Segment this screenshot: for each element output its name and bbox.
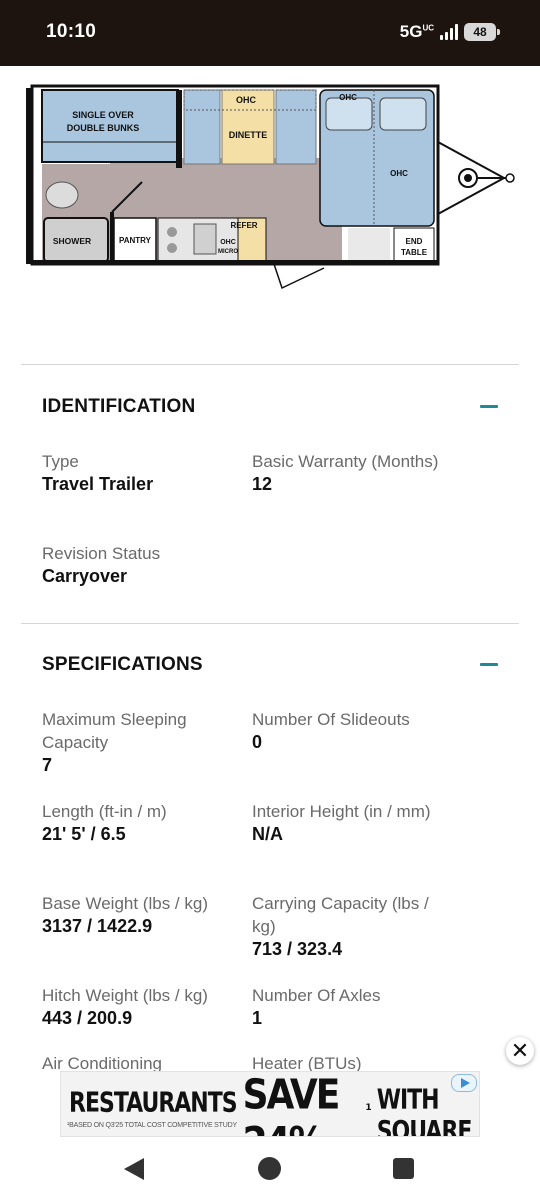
spec-base-weight-label: Base Weight (lbs / kg) xyxy=(42,894,208,913)
spec-length-label: Length (ft-in / m) xyxy=(42,802,167,821)
spec-length-value: 21' 5' / 6.5 xyxy=(42,824,126,844)
collapse-identification-icon[interactable] xyxy=(460,392,498,422)
fp-label-end-table-1: END xyxy=(406,237,423,246)
spec-hitch-value: 443 / 200.9 xyxy=(42,1008,133,1028)
network-type: 5GUC xyxy=(400,22,434,42)
spec-sleeping-value: 7 xyxy=(42,755,53,775)
spec-axles-label: Number Of Axles xyxy=(252,986,381,1005)
spec-carrying-label: Carrying Capacity (lbs / kg) xyxy=(252,894,429,936)
spec-sleeping-label: Maximum Sleeping Capacity xyxy=(42,710,187,752)
fp-label-ohc-front: OHC xyxy=(390,169,408,178)
ad-banner[interactable]: RESTAURANTS SAVE 24% 1 WITH SQUARE ¹BASED… xyxy=(60,1071,480,1137)
status-time: 10:10 xyxy=(46,21,97,42)
fp-label-pantry: PANTRY xyxy=(119,236,152,245)
spec-axles: Number Of Axles 1 xyxy=(252,984,442,1030)
divider-specifications xyxy=(21,623,519,624)
fp-label-end-table-2: TABLE xyxy=(401,248,428,257)
ad-word-save: SAVE 24% xyxy=(242,1071,341,1136)
spec-revision-value: Carryover xyxy=(42,566,128,586)
spec-slideouts-label: Number Of Slideouts xyxy=(252,710,410,729)
spec-revision: Revision Status Carryover xyxy=(42,542,232,588)
system-nav-bar xyxy=(0,1140,540,1200)
divider-identification xyxy=(21,364,519,365)
fp-label-dinette: DINETTE xyxy=(229,130,268,140)
fp-label-ohc-micro-2: MICRO xyxy=(218,249,238,255)
spec-type-value: Travel Trailer xyxy=(42,474,154,494)
spec-interior-height-label: Interior Height (in / mm) xyxy=(252,802,431,821)
recent-apps-icon[interactable] xyxy=(393,1158,414,1179)
fp-label-ohc-top: OHC xyxy=(236,95,257,105)
ad-word-square: WITH SQUARE xyxy=(376,1084,473,1137)
spec-warranty-value: 12 xyxy=(252,474,273,494)
spec-warranty: Basic Warranty (Months) 12 xyxy=(252,450,442,496)
identification-header[interactable]: IDENTIFICATION xyxy=(42,392,498,422)
spec-length: Length (ft-in / m) 21' 5' / 6.5 xyxy=(42,800,232,846)
spec-base-weight-value: 3137 / 1422.9 xyxy=(42,916,153,936)
back-icon[interactable] xyxy=(124,1158,144,1180)
network-label: 5G xyxy=(399,22,423,41)
spec-interior-height-value: N/A xyxy=(252,824,283,844)
status-icons: 5GUC 48 xyxy=(400,22,500,42)
spec-base-weight: Base Weight (lbs / kg) 3137 / 1422.9 xyxy=(42,892,232,938)
fp-label-ohc-bed: OHC xyxy=(339,93,357,102)
specifications-title: SPECIFICATIONS xyxy=(42,654,203,675)
spec-carrying-value: 713 / 323.4 xyxy=(252,939,343,959)
spec-hitch-label: Hitch Weight (lbs / kg) xyxy=(42,986,208,1005)
network-sup: UC xyxy=(422,23,434,33)
status-bar: 10:10 5GUC 48 xyxy=(0,0,540,66)
spec-hitch: Hitch Weight (lbs / kg) 443 / 200.9 xyxy=(42,984,232,1030)
ad-word-restaurants: RESTAURANTS xyxy=(69,1087,238,1120)
spec-slideouts-value: 0 xyxy=(252,732,263,752)
fp-label-shower: SHOWER xyxy=(53,236,91,246)
fp-label-bunks-1: SINGLE OVER xyxy=(72,110,134,120)
collapse-specifications-icon[interactable] xyxy=(460,650,498,680)
fp-label-refer: REFER xyxy=(230,221,257,230)
spec-slideouts: Number Of Slideouts 0 xyxy=(252,708,442,754)
spec-interior-height: Interior Height (in / mm) N/A xyxy=(252,800,442,846)
ad-fine-print: ¹BASED ON Q3'25 TOTAL COST COMPETITIVE S… xyxy=(67,1122,237,1129)
spec-type-label: Type xyxy=(42,452,79,471)
spec-revision-label: Revision Status xyxy=(42,544,161,563)
signal-icon xyxy=(440,24,458,40)
ad-footnote-mark: 1 xyxy=(365,1103,371,1113)
battery-icon: 48 xyxy=(464,23,500,41)
spec-type: Type Travel Trailer xyxy=(42,450,232,496)
fp-label-bunks-2: DOUBLE BUNKS xyxy=(67,123,140,133)
home-icon[interactable] xyxy=(258,1157,281,1180)
specifications-header[interactable]: SPECIFICATIONS xyxy=(42,650,498,680)
spec-carrying: Carrying Capacity (lbs / kg) 713 / 323.4 xyxy=(252,892,442,961)
close-ad-button[interactable]: ✕ xyxy=(506,1037,534,1065)
spec-sleeping: Maximum Sleeping Capacity 7 xyxy=(42,708,232,777)
floorplan-image: SINGLE OVER DOUBLE BUNKS OHC DINETTE OHC… xyxy=(24,82,520,296)
identification-title: IDENTIFICATION xyxy=(42,396,196,417)
spec-axles-value: 1 xyxy=(252,1008,263,1028)
spec-warranty-label: Basic Warranty (Months) xyxy=(252,452,439,471)
ad-choices-icon[interactable] xyxy=(451,1074,477,1092)
fp-label-ohc-micro-1: OHC xyxy=(220,239,236,246)
